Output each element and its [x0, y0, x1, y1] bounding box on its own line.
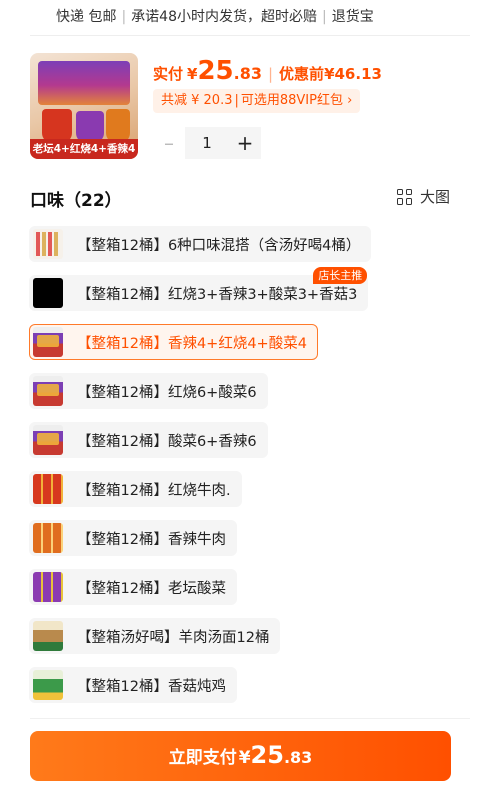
flavor-thumbnail: [33, 621, 63, 651]
flavor-option-label: 【整箱汤好喝】羊肉汤面12桶: [77, 629, 270, 646]
separator: |: [121, 9, 127, 25]
flavor-option-label: 【整箱12桶】红烧6+酸菜6: [77, 384, 257, 401]
noodle-cup-graphic: [106, 109, 130, 143]
shipping-guarantee: 退货宝: [331, 9, 374, 25]
product-image-caption: 老坛4+红烧4+香辣4: [30, 139, 138, 159]
noodle-cup-graphic: [42, 109, 72, 143]
flavor-section-title: 口味（22）: [30, 191, 122, 211]
shipping-express: 快递 包邮: [56, 9, 117, 25]
flavor-option[interactable]: 【整箱12桶】老坛酸菜: [29, 569, 237, 605]
flavor-option-label: 【整箱12桶】香辣牛肉: [77, 531, 226, 548]
pay-price-integer: 25: [250, 741, 284, 769]
flavor-option-label: 【整箱12桶】红烧牛肉.: [77, 482, 231, 499]
flavor-option-label: 【整箱12桶】红烧3+香辣3+酸菜3+香菇3: [77, 286, 358, 303]
pre-discount-price: ¥46.13: [324, 65, 382, 83]
flavor-option-label: 【整箱12桶】老坛酸菜: [77, 580, 226, 597]
flavor-option[interactable]: 【整箱12桶】酸菜6+香辣6: [29, 422, 268, 458]
vip-redpacket: 可选用88VIP红包: [240, 93, 343, 108]
flavor-thumbnail: [33, 327, 63, 357]
grid-icon: [396, 188, 413, 205]
quantity-stepper: – 1 +: [153, 127, 261, 159]
discount-tag[interactable]: 共减 ¥ 20.3 | 可选用88VIP红包 ›: [153, 89, 361, 113]
decrease-button[interactable]: –: [153, 127, 185, 159]
product-box-graphic: [38, 61, 130, 105]
flavor-option[interactable]: 【整箱12桶】红烧牛肉.: [29, 471, 242, 507]
large-view-toggle[interactable]: 大图: [396, 186, 450, 207]
pre-discount-label: 优惠前: [279, 65, 325, 83]
paid-currency: ¥: [187, 65, 198, 83]
separator: |: [322, 9, 327, 25]
flavor-option[interactable]: 【整箱12桶】红烧3+香辣3+酸菜3+香菇3 店长主推: [29, 267, 369, 311]
shipping-promise: 承诺48小时内发货，超时必赔: [131, 9, 317, 25]
pay-now-label: 立即支付: [168, 748, 237, 768]
flavor-option[interactable]: 【整箱12桶】香辣牛肉: [29, 520, 237, 556]
flavor-option[interactable]: 【整箱汤好喝】羊肉汤面12桶: [29, 618, 281, 654]
recommend-badge: 店长主推: [313, 267, 368, 284]
chevron-right-icon: ›: [347, 93, 353, 108]
increase-button[interactable]: +: [229, 127, 261, 159]
flavor-option-label: 【整箱12桶】酸菜6+香辣6: [77, 433, 257, 450]
divider: [30, 35, 470, 36]
flavor-thumbnail: [33, 229, 63, 259]
flavor-option-label: 【整箱12桶】香辣4+红烧4+酸菜4: [77, 335, 307, 352]
flavor-thumbnail: [33, 572, 63, 602]
flavor-option[interactable]: 【整箱12桶】香菇炖鸡: [29, 667, 237, 703]
separator: |: [234, 93, 239, 108]
flavor-thumbnail: [33, 474, 63, 504]
flavor-option-label: 【整箱12桶】6种口味混搭（含汤好喝4桶）: [77, 237, 361, 254]
flavor-thumbnail: [33, 278, 63, 308]
flavor-option[interactable]: 【整箱12桶】红烧6+酸菜6: [29, 373, 268, 409]
flavor-thumbnail: [33, 670, 63, 700]
flavor-option-selected[interactable]: 【整箱12桶】香辣4+红烧4+酸菜4: [29, 324, 318, 360]
flavor-option[interactable]: 【整箱12桶】6种口味混搭（含汤好喝4桶）: [29, 226, 372, 262]
quantity-input[interactable]: 1: [185, 127, 229, 159]
paid-price-integer: 25: [197, 56, 234, 86]
product-image[interactable]: 老坛4+红烧4+香辣4: [30, 53, 138, 159]
flavor-thumbnail: [33, 425, 63, 455]
large-view-label: 大图: [419, 188, 450, 206]
discount-amount: 共减 ¥ 20.3: [161, 93, 233, 108]
shipping-info: 快递 包邮 | 承诺48小时内发货，超时必赔 | 退货宝: [56, 6, 374, 26]
paid-price-decimal: .83: [233, 64, 262, 83]
price-row: 实付 ¥25.83 | 优惠前¥46.13: [153, 56, 382, 86]
paid-label: 实付: [153, 65, 184, 83]
flavor-thumbnail: [33, 376, 63, 406]
separator: |: [267, 65, 274, 83]
pay-now-button[interactable]: 立即支付 ¥25.83: [30, 731, 451, 781]
flavor-thumbnail: [33, 523, 63, 553]
flavor-option-label: 【整箱12桶】香菇炖鸡: [77, 678, 226, 695]
divider: [30, 718, 470, 719]
pay-price-decimal: .83: [283, 748, 313, 767]
pay-currency: ¥: [238, 748, 251, 768]
